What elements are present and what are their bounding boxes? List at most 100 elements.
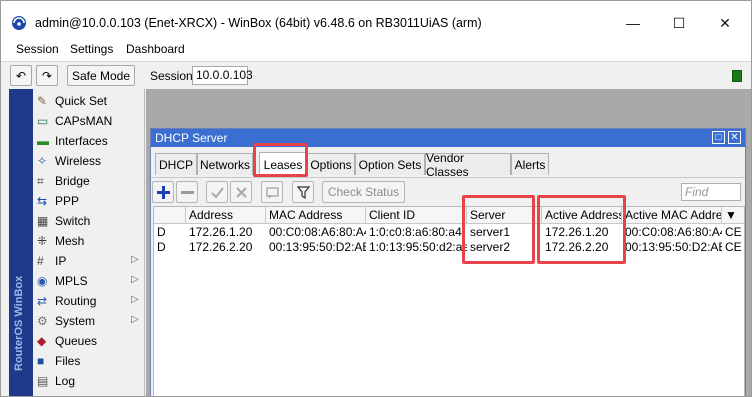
routing-icon: ⇄	[37, 294, 48, 308]
sidebar-item-ppp[interactable]: ⇆ PPP	[33, 191, 145, 211]
interfaces-icon: ▬	[37, 134, 49, 148]
tab-leases[interactable]: Leases	[259, 152, 307, 176]
winbox-app-icon	[12, 16, 26, 30]
mpls-icon: ◉	[37, 274, 48, 288]
sidebar-item-routing[interactable]: ⇄ Routing ▷	[33, 291, 145, 311]
column-header-address[interactable]: Address	[186, 207, 266, 224]
menu-dashboard[interactable]: Dashboard	[126, 42, 185, 56]
add-button[interactable]	[152, 181, 174, 203]
lease-address: 172.26.2.20	[189, 240, 253, 254]
enable-button[interactable]	[206, 181, 228, 203]
dhcp-maximize-button[interactable]: □	[712, 131, 725, 144]
tab-vendor-classes[interactable]: Vendor Classes	[425, 151, 511, 179]
dhcp-close-button[interactable]: ✕	[728, 131, 741, 144]
sidebar-item-label: Interfaces	[55, 134, 108, 148]
minus-icon	[180, 190, 194, 194]
lease-address: 172.26.1.20	[189, 225, 253, 239]
sidebar-item-label: CAPsMAN	[55, 114, 113, 128]
ppp-icon: ⇆	[37, 194, 48, 208]
lease-client-id: 1:0:13:95:50:d2:ae	[369, 240, 467, 254]
connection-status-indicator	[732, 70, 742, 82]
capsman-icon: ▭	[37, 114, 49, 128]
lease-extra-column: CE	[725, 240, 742, 254]
window-title: admin@10.0.0.103 (Enet-XRCX) - WinBox (6…	[35, 16, 482, 30]
menu-session[interactable]: Session	[16, 42, 59, 56]
column-header-active-address[interactable]: Active Address	[542, 207, 622, 224]
sidebar-item-bridge[interactable]: ⌗ Bridge	[33, 171, 145, 191]
column-header-flag[interactable]	[154, 207, 186, 224]
sidebar-item-quick-set[interactable]: ✎ Quick Set	[33, 91, 145, 111]
menu-settings[interactable]: Settings	[70, 42, 113, 56]
sidebar-item-queues[interactable]: ◆ Queues	[33, 331, 145, 351]
session-field[interactable]: 10.0.0.103	[192, 66, 253, 85]
dhcp-window-title-bar[interactable]: DHCP Server □ ✕	[151, 129, 745, 147]
lease-flag: D	[157, 240, 166, 254]
column-header-mac-address[interactable]: MAC Address	[266, 207, 366, 224]
lease-mac-address: 00:13:95:50:D2:AE	[269, 240, 366, 254]
filter-button[interactable]	[292, 181, 314, 203]
column-picker-dropdown[interactable]: ▼	[722, 207, 744, 224]
sidebar-item-log[interactable]: ▤ Log	[33, 371, 145, 391]
lease-active-mac-address: 00:13:95:50:D2:AE	[625, 240, 722, 254]
lease-client-id: 1:0:c0:8:a6:80:a4	[369, 225, 462, 239]
lease-active-address: 172.26.2.20	[545, 240, 609, 254]
column-header-active-mac-address[interactable]: Active MAC Addre...	[622, 207, 722, 224]
log-icon: ▤	[37, 374, 49, 388]
comment-button[interactable]	[261, 181, 283, 203]
winbox-window: admin@10.0.0.103 (Enet-XRCX) - WinBox (6…	[0, 0, 752, 397]
sidebar-item-label: Switch	[55, 214, 91, 228]
sidebar-item-mpls[interactable]: ◉ MPLS ▷	[33, 271, 145, 291]
tab-option-sets[interactable]: Option Sets	[355, 153, 425, 175]
menu-bar: Session Settings Dashboard	[1, 39, 751, 61]
sidebar-item-label: MPLS	[55, 274, 88, 288]
bridge-icon: ⌗	[37, 174, 44, 188]
tab-dhcp[interactable]: DHCP	[155, 153, 197, 175]
undo-button[interactable]: ↶	[10, 65, 32, 86]
title-bar[interactable]: admin@10.0.0.103 (Enet-XRCX) - WinBox (6…	[1, 1, 751, 39]
tab-options[interactable]: Options	[307, 153, 355, 175]
sidebar-item-label: PPP	[55, 194, 80, 208]
tab-networks[interactable]: Networks	[197, 153, 253, 175]
sidebar-item-files[interactable]: ■ Files	[33, 351, 145, 371]
sidebar-item-label: Bridge	[55, 174, 90, 188]
check-status-button[interactable]: Check Status	[322, 181, 405, 203]
sidebar-item-interfaces[interactable]: ▬ Interfaces	[33, 131, 145, 151]
redo-icon: ↷	[41, 68, 53, 83]
lease-active-address: 172.26.1.20	[545, 225, 609, 239]
submenu-arrow-icon: ▷	[131, 294, 139, 305]
x-icon	[235, 186, 247, 198]
remove-button[interactable]	[176, 181, 198, 203]
maximize-button[interactable]: ☐	[656, 9, 702, 37]
tab-alerts[interactable]: Alerts	[511, 153, 549, 175]
maximize-icon: ☐	[672, 14, 686, 31]
check-icon	[210, 186, 224, 199]
filter-icon	[296, 185, 310, 199]
files-icon: ■	[37, 354, 45, 368]
sidebar-item-capsman[interactable]: ▭ CAPsMAN	[33, 111, 145, 131]
minimize-button[interactable]: —	[610, 9, 656, 37]
undo-icon: ↶	[15, 68, 27, 83]
lease-flag: D	[157, 225, 166, 239]
lease-extra-column: CE	[725, 225, 742, 239]
main-toolbar: ↶ ↷ Safe Mode Session: 10.0.0.103	[1, 61, 751, 89]
submenu-arrow-icon: ▷	[131, 254, 139, 265]
redo-button[interactable]: ↷	[36, 65, 58, 86]
column-header-server[interactable]: Server	[467, 207, 542, 224]
sidebar-item-switch[interactable]: ▦ Switch	[33, 211, 145, 231]
leases-table: Address MAC Address Client ID Server Act…	[153, 206, 745, 396]
safe-mode-button[interactable]: Safe Mode	[67, 65, 135, 86]
queues-icon: ◆	[37, 334, 47, 348]
column-header-client-id[interactable]: Client ID	[366, 207, 467, 224]
ip-icon: #	[37, 254, 44, 268]
sidebar-item-label: Routing	[55, 294, 97, 308]
sidebar-item-wireless[interactable]: ✧ Wireless	[33, 151, 145, 171]
brand-strip-text: RouterOS WinBox	[13, 275, 25, 371]
find-input[interactable]: Find	[681, 183, 741, 201]
sidebar-item-system[interactable]: ⚙ System ▷	[33, 311, 145, 331]
sidebar-item-ip[interactable]: # IP ▷	[33, 251, 145, 271]
close-button[interactable]: ✕	[702, 9, 748, 37]
disable-button[interactable]	[230, 181, 252, 203]
lease-active-mac-address: 00:C0:08:A6:80:A4	[625, 225, 722, 239]
leases-toolbar: Check Status Find	[151, 177, 745, 205]
sidebar-item-mesh[interactable]: ⁜ Mesh	[33, 231, 145, 251]
